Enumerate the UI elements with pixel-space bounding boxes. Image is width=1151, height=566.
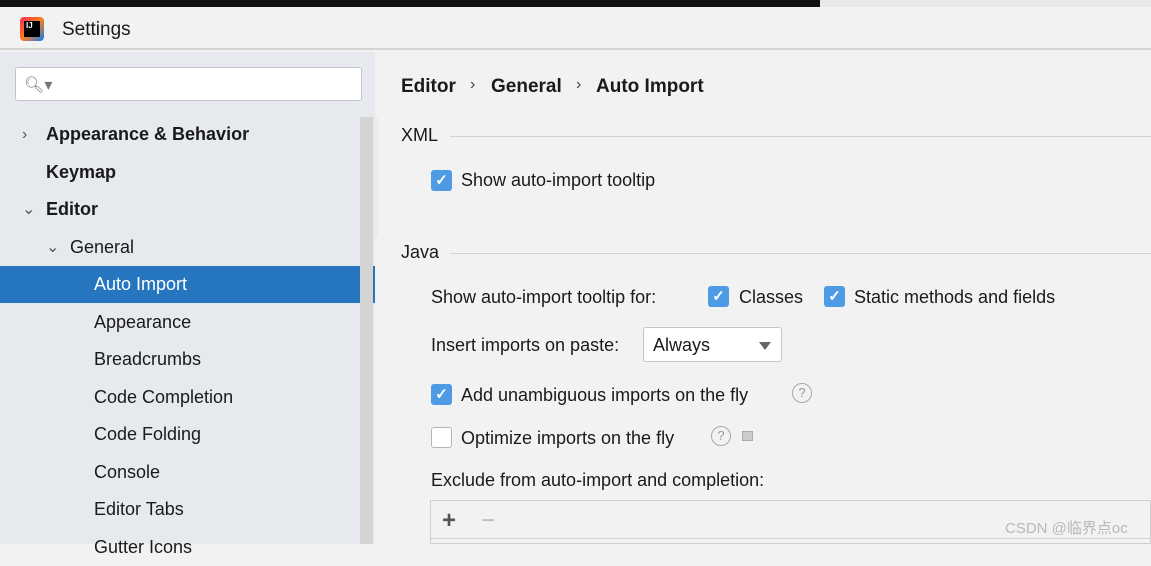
help-icon[interactable]: ? [711,426,731,446]
window-title: Settings [62,19,131,40]
insert-imports-dropdown[interactable]: Always [643,327,782,362]
sidebar-item-appearance-behavior[interactable]: › Appearance & Behavior [0,116,375,153]
sidebar-item-editor-tabs[interactable]: Editor Tabs [0,491,375,528]
chevron-right-icon[interactable]: › [22,116,27,153]
section-java: Java [401,242,440,262]
sidebar-item-general[interactable]: ⌄ General [0,229,375,266]
sidebar-item-label: Auto Import [94,274,188,294]
remove-button[interactable]: − [481,507,495,535]
sidebar-item-keymap[interactable]: Keymap [0,154,375,191]
sidebar-item-label: Editor [46,199,98,219]
breadcrumb-separator: › [576,76,582,93]
sidebar-item-editor[interactable]: ⌄ Editor [0,191,375,228]
exclude-label: Exclude from auto-import and completion: [431,470,765,490]
classes-label: Classes [739,287,804,307]
chevron-down-icon[interactable]: ⌄ [22,191,35,228]
sidebar-item-gutter-icons[interactable]: Gutter Icons [0,529,375,566]
sidebar-item-breadcrumbs[interactable]: Breadcrumbs [0,341,375,378]
sidebar-item-console[interactable]: Console [0,454,375,491]
sidebar-item-label: Appearance & Behavior [46,124,250,144]
sidebar-item-label: Keymap [46,161,117,182]
chevron-down-icon [759,342,771,350]
optimize-label: Optimize imports on the fly [461,428,675,448]
title-bar [0,7,1151,50]
divider [431,538,1151,539]
sidebar-item-label: Gutter Icons [94,536,193,557]
help-icon[interactable]: ? [792,383,812,403]
show-tooltip-label: Show auto-import tooltip [461,170,656,190]
static-methods-label: Static methods and fields [854,287,1056,307]
breadcrumb-auto-import: Auto Import [596,76,704,97]
divider [450,136,1151,137]
search-icon: 🔍︎▾ [24,77,53,94]
dropdown-value: Always [653,335,711,355]
breadcrumb-general[interactable]: General [491,76,562,98]
settings-link-icon[interactable] [742,431,753,441]
section-xml: XML [401,125,439,145]
sidebar-item-label: Code Completion [94,386,234,407]
optimize-checkbox[interactable] [431,427,452,448]
show-tooltip-checkbox[interactable]: ✓ [431,170,452,191]
tooltip-for-label: Show auto-import tooltip for: [431,287,657,307]
divider [375,117,378,237]
sidebar-item-label: Code Folding [94,424,202,444]
chevron-down-icon[interactable]: ⌄ [46,229,59,266]
sidebar-item-appearance[interactable]: Appearance [0,304,375,341]
watermark: CSDN @临界点oc [1005,520,1128,537]
intellij-logo: IJ [20,17,44,41]
divider [450,253,1151,254]
sidebar-item-auto-import[interactable]: Auto Import [0,266,375,303]
unambiguous-checkbox[interactable]: ✓ [431,384,452,405]
sidebar-item-label: Appearance [94,311,192,332]
breadcrumb-editor[interactable]: Editor [401,76,456,98]
static-methods-checkbox[interactable]: ✓ [824,286,845,307]
sidebar-scrollbar[interactable] [360,117,373,544]
unambiguous-label: Add unambiguous imports on the fly [461,385,749,405]
sidebar-item-label: General [70,236,135,257]
sidebar-item-label: Console [94,461,161,482]
search-input[interactable]: 🔍︎▾ [15,67,362,101]
add-button[interactable]: + [442,507,456,535]
sidebar-item-label: Editor Tabs [94,499,184,519]
classes-checkbox[interactable]: ✓ [708,286,729,307]
breadcrumb-separator: › [470,76,476,93]
sidebar-item-code-folding[interactable]: Code Folding [0,416,375,453]
sidebar-item-code-completion[interactable]: Code Completion [0,379,375,416]
paste-label: Insert imports on paste: [431,335,620,355]
sidebar-item-label: Breadcrumbs [94,349,202,369]
background-strip [0,0,1151,7]
